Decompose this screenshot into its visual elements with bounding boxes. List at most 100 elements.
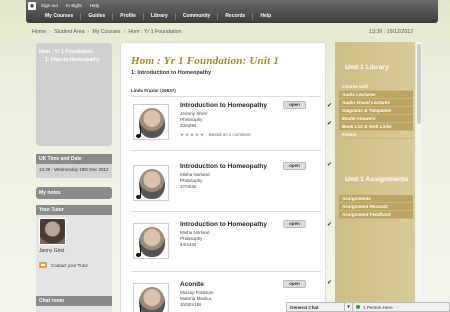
check-icon: ✔ (327, 121, 333, 127)
main-nav: My Courses Guides Profile Library Commun… (38, 12, 278, 21)
nav-records[interactable]: Records (218, 13, 254, 20)
course-tree-root[interactable]: Hom : Yr 1 Foundation (39, 49, 109, 55)
lecture-title[interactable]: Introduction to Homeopathy (180, 163, 267, 170)
nav-guides[interactable]: Guides (81, 13, 114, 20)
general-chat-label[interactable]: General Chat (287, 303, 345, 311)
lecture-title[interactable]: Introduction to Homeopathy (180, 221, 267, 228)
course-tree: Hom : Yr 1 Foundation 1: Intro to Homeop… (36, 43, 112, 146)
tutor-avatar (39, 218, 66, 245)
page-title: Hom : Yr 1 Foundation: Unit 1 (131, 55, 280, 67)
lecture-duration: 1h02m18s (180, 302, 202, 307)
music-note-icon (136, 305, 146, 312)
chatroom-panel: Chat room (36, 296, 112, 312)
lecture-item: Introduction to Homeopathy Jeremy Sherr … (133, 100, 323, 145)
open-button[interactable]: open (283, 220, 306, 228)
library-item-forum[interactable]: Forum (339, 131, 413, 139)
lecturer-thumbnail (133, 165, 169, 201)
library-list: Course Unit Audio Lectures Audio Visual … (339, 83, 413, 139)
library-item-audio-visual[interactable]: Audio Visual Lectures (339, 99, 413, 107)
library-item-model-answers[interactable]: Model Answers (339, 115, 413, 123)
open-button[interactable]: open (283, 162, 306, 170)
open-button[interactable]: open (283, 280, 306, 288)
lecture-duration: 33m28s (180, 123, 197, 128)
online-people[interactable]: 1 Person Here (353, 303, 396, 311)
chevron-down-icon[interactable]: ▼ (345, 303, 353, 311)
check-icon: ✔ (327, 280, 333, 286)
lecture-title[interactable]: Aconite (180, 281, 204, 288)
lecture-duration: 44m43s (180, 242, 197, 247)
lecture-meta: Misha Norland Philosophy 44m43s (180, 230, 210, 248)
scrollbar[interactable] (416, 42, 422, 312)
chat-bar[interactable]: General Chat ▼ 1 Person Here (286, 302, 450, 312)
assignment-records-item[interactable]: Assignment Records (339, 203, 413, 211)
help-link-top[interactable]: Help (90, 3, 99, 8)
in-sight-link[interactable]: In-Sight (66, 3, 82, 8)
assignments-item[interactable]: Assignments (339, 195, 413, 203)
breadcrumb-home[interactable]: Home (32, 29, 46, 35)
library-item-course-unit[interactable]: Course Unit (339, 83, 413, 91)
star-icon[interactable] (180, 132, 184, 137)
tutor-name: Jenny Grist (39, 248, 65, 254)
star-icon[interactable] (185, 132, 189, 137)
left-sidebar: Hom : Yr 1 Foundation 1: Intro to Homeop… (36, 43, 112, 312)
lecture-title[interactable]: Introduction to Homeopathy (180, 102, 267, 109)
nav-my-courses[interactable]: My Courses (38, 13, 82, 20)
tutor-panel: Your Tutor Jenny Grist Contact your Tuto… (36, 205, 112, 301)
star-icon[interactable] (200, 132, 204, 137)
lecturer-thumbnail (133, 283, 169, 312)
nav-help[interactable]: Help (253, 13, 278, 20)
utility-nav: Sign out In-Sight Help (26, 1, 107, 10)
breadcrumb-separator: › (49, 29, 51, 35)
lecturer-thumbnail (133, 104, 169, 140)
divider (131, 150, 321, 151)
my-notes-button[interactable]: My notes (36, 187, 112, 199)
breadcrumb-separator: › (123, 29, 126, 35)
library-item-book-list[interactable]: Book List & Web Links (339, 123, 413, 131)
tutor-heading: Your Tutor (36, 205, 112, 215)
assignment-feedback-item[interactable]: Assignment Feedback (339, 211, 413, 219)
header-timestamp: 13:39 : 19/12/2012 (369, 29, 414, 35)
breadcrumb: Home › Student Area › My Courses › Hom :… (32, 29, 182, 35)
uk-time-value: 13.39 - Wednesday 19th Dec 2012 (36, 164, 112, 178)
home-icon[interactable] (28, 1, 36, 10)
uk-time-panel: UK Time and Date 13.39 - Wednesday 19th … (36, 154, 112, 178)
contact-tutor-link[interactable]: Contact your Tutor (39, 262, 109, 268)
library-item-audio-lectures[interactable]: Audio Lectures (339, 91, 413, 99)
main-content: Hom : Yr 1 Foundation: Unit 1 1: Introdu… (120, 42, 326, 312)
assignments-list: Assignments Assignment Records Assignmen… (339, 195, 413, 219)
star-icon[interactable] (195, 132, 199, 137)
music-note-icon (136, 187, 146, 199)
nav-library[interactable]: Library (144, 13, 176, 20)
lecture-item: Introduction to Homeopathy Misha Norland… (133, 161, 323, 206)
divider (131, 96, 321, 97)
top-navigation: Sign out In-Sight Help My Courses Guides… (26, 0, 438, 23)
online-count: 1 Person Here (363, 304, 393, 310)
star-icon[interactable] (190, 132, 194, 137)
chatroom-heading: Chat room (36, 296, 112, 306)
tutor-body: Jenny Grist Contact your Tutor (36, 215, 112, 301)
contact-tutor-label: Contact your Tutor (51, 262, 89, 268)
library-title: Unit 1 Library (345, 64, 389, 71)
sign-out-link[interactable]: Sign out (41, 3, 58, 8)
lecturer-thumbnail (133, 223, 169, 259)
breadcrumb-separator: › (87, 29, 90, 35)
open-button[interactable]: open (283, 101, 306, 109)
check-icon: ✔ (327, 103, 333, 109)
nav-profile[interactable]: Profile (113, 13, 144, 20)
scrollbar-thumb[interactable] (417, 44, 421, 124)
course-tree-unit[interactable]: 1: Intro to Homeopathy (39, 57, 109, 63)
breadcrumb-course: Hom : Yr 1 Foundation (128, 29, 182, 35)
divider (131, 211, 321, 212)
breadcrumb-my-courses[interactable]: My Courses (92, 29, 120, 35)
lecture-meta: Misha Norland Philosophy 27m03s (180, 172, 210, 190)
rating[interactable]: Based on 1 comment (180, 132, 251, 137)
nav-community[interactable]: Community (176, 13, 219, 20)
check-icon: ✔ (327, 162, 333, 168)
library-item-diagrams[interactable]: Diagrams & Templates (339, 107, 413, 115)
page-subtitle: 1: Introduction to Homeopathy (131, 70, 212, 76)
uk-time-heading: UK Time and Date (36, 154, 112, 164)
music-note-icon (136, 126, 146, 138)
lecture-item: Introduction to Homeopathy Misha Norland… (133, 219, 323, 264)
breadcrumb-student-area[interactable]: Student Area (54, 29, 85, 35)
rating-text: Based on 1 comment (209, 132, 251, 137)
